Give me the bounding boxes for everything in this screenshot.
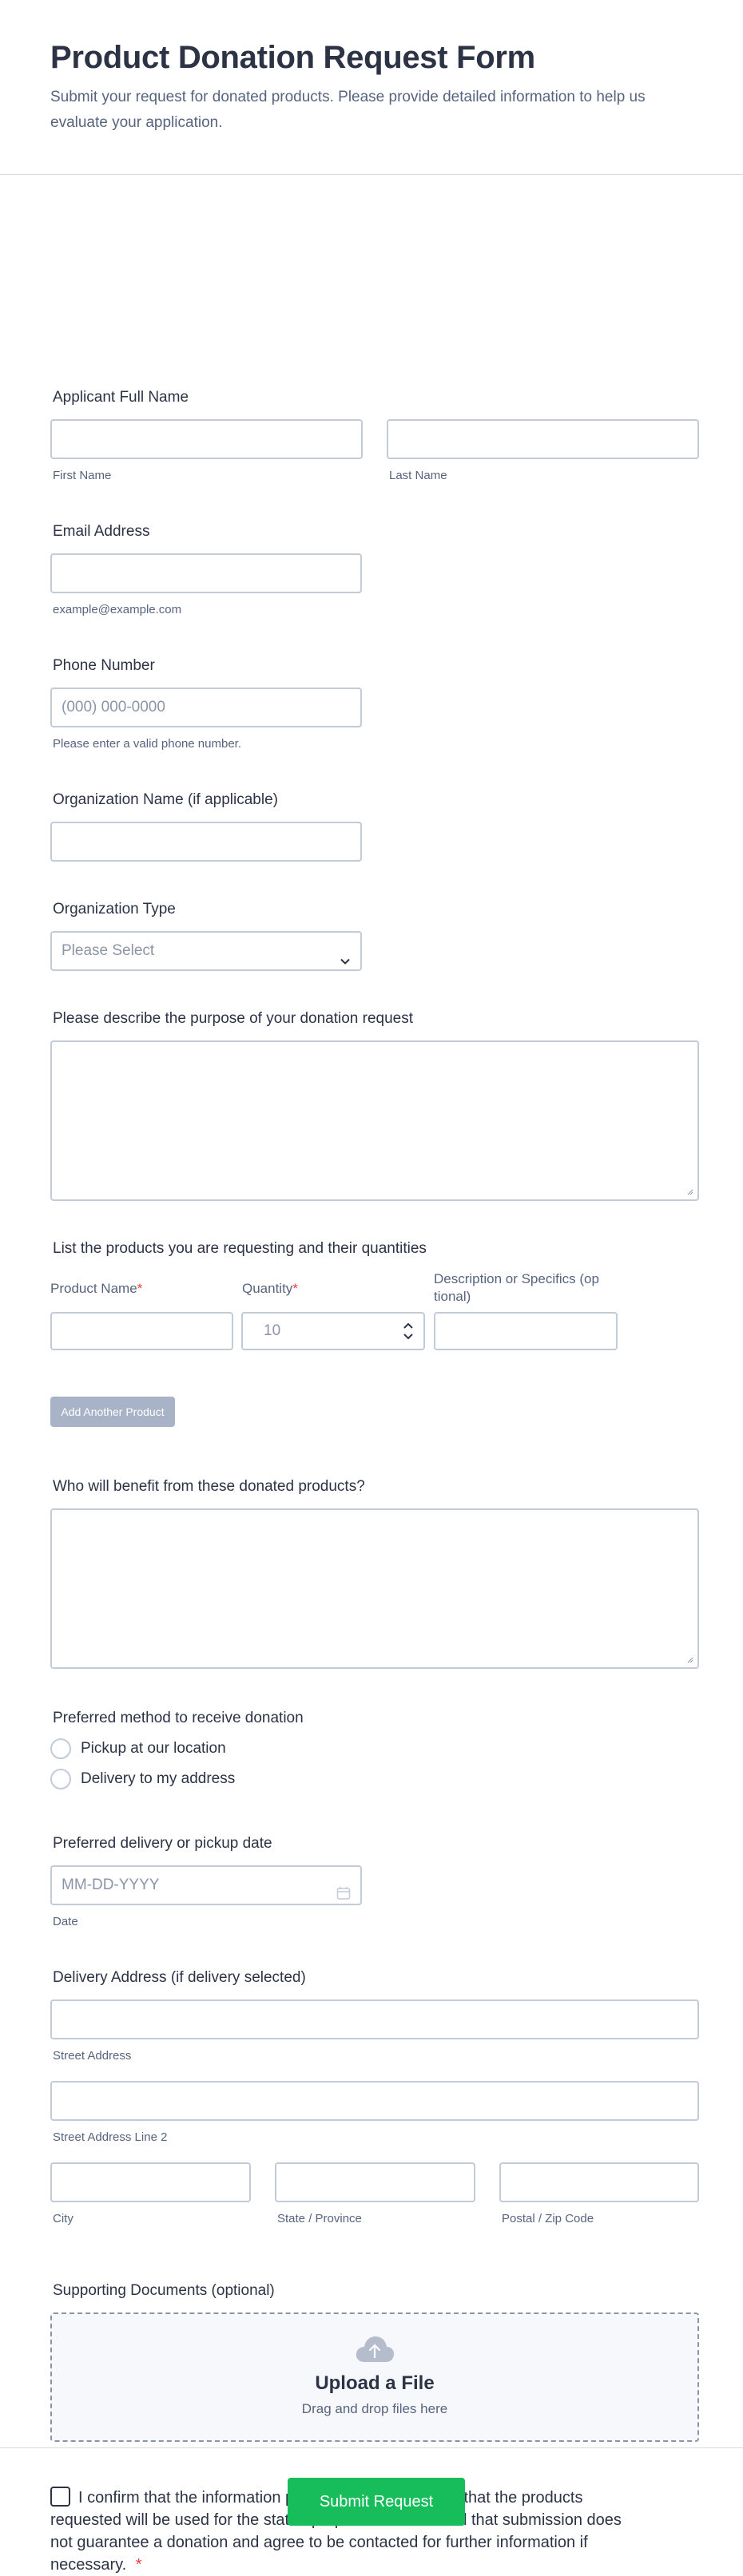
org-type-selected: Please Select — [62, 942, 155, 959]
file-upload-dropzone[interactable]: Upload a File Drag and drop files here — [50, 2312, 699, 2442]
beneficiaries-question: Who will benefit from these donated prod… — [50, 1478, 699, 1669]
purpose-textarea[interactable] — [50, 1040, 699, 1201]
method-label: Preferred method to receive donation — [53, 1710, 304, 1726]
applicant-name-label: Applicant Full Name — [53, 389, 189, 406]
beneficiaries-textarea[interactable] — [50, 1508, 699, 1669]
products-label: List the products you are requesting and… — [53, 1240, 427, 1257]
phone-question: Phone Number (000) 000-0000 Please enter… — [50, 657, 362, 751]
last-name-sublabel: Last Name — [389, 469, 447, 482]
org-type-question: Organization Type Please Select — [50, 901, 362, 971]
email-label: Email Address — [53, 523, 150, 540]
email-question: Email Address example@example.com — [50, 523, 362, 616]
radio-circle[interactable] — [50, 1738, 71, 1759]
first-name-input[interactable] — [50, 419, 363, 459]
method-question: Preferred method to receive donation Pic… — [50, 1710, 450, 1794]
city-sublabel: City — [53, 2212, 74, 2225]
date-placeholder: MM-DD-YYYY — [62, 1877, 160, 1893]
org-type-select[interactable]: Please Select — [50, 931, 362, 971]
product-name-input[interactable] — [50, 1312, 233, 1350]
documents-question: Supporting Documents (optional) Upload a… — [50, 2282, 699, 2442]
documents-label: Supporting Documents (optional) — [53, 2282, 275, 2299]
address-question: Delivery Address (if delivery selected) … — [50, 1969, 699, 2225]
cloud-upload-icon — [52, 2314, 697, 2368]
form-header: Product Donation Request Form Submit you… — [0, 0, 743, 175]
purpose-question: Please describe the purpose of your dona… — [50, 1010, 699, 1201]
date-input[interactable]: MM-DD-YYYY — [50, 1865, 362, 1905]
radio-circle[interactable] — [50, 1769, 71, 1789]
zip-input[interactable] — [499, 2162, 699, 2202]
org-type-label: Organization Type — [53, 901, 176, 917]
email-sublabel: example@example.com — [53, 603, 182, 616]
organization-input[interactable] — [50, 822, 362, 862]
radio-label-delivery: Delivery to my address — [81, 1770, 236, 1787]
email-input[interactable] — [50, 553, 362, 593]
date-sublabel: Date — [53, 1915, 78, 1928]
state-sublabel: State / Province — [277, 2212, 362, 2225]
last-name-input[interactable] — [387, 419, 699, 459]
street-input[interactable] — [50, 1999, 699, 2039]
organization-label: Organization Name (if applicable) — [53, 791, 278, 808]
form-subtitle: Submit your request for donated products… — [50, 89, 646, 131]
upload-subtitle: Drag and drop files here — [301, 2401, 448, 2416]
resize-grip-icon[interactable] — [685, 1655, 693, 1663]
radio-option-pickup[interactable]: Pickup at our location — [50, 1734, 450, 1764]
date-question: Preferred delivery or pickup date MM-DD-… — [50, 1835, 362, 1928]
add-product-button[interactable]: Add Another Product — [50, 1397, 175, 1427]
form-footer: Submit Request — [0, 2447, 743, 2566]
radio-option-delivery[interactable]: Delivery to my address — [50, 1764, 450, 1794]
address-label: Delivery Address (if delivery selected) — [53, 1969, 306, 1986]
street2-sublabel: Street Address Line 2 — [53, 2130, 168, 2144]
chevron-down-icon — [340, 945, 351, 981]
radio-label-pickup: Pickup at our location — [81, 1740, 226, 1757]
description-column-label: Description or Specifics (op tional) — [434, 1271, 599, 1304]
phone-sublabel: Please enter a valid phone number. — [53, 737, 241, 751]
state-input[interactable] — [275, 2162, 475, 2202]
beneficiaries-label: Who will benefit from these donated prod… — [53, 1478, 365, 1495]
street-sublabel: Street Address — [53, 2049, 132, 2063]
calendar-icon[interactable] — [336, 1878, 351, 1915]
products-question: List the products you are requesting and… — [50, 1240, 699, 1427]
city-input[interactable] — [50, 2162, 251, 2202]
submit-button[interactable]: Submit Request — [288, 2478, 465, 2526]
applicant-name-question: Applicant Full Name First Name Last Name — [50, 389, 699, 482]
stepper-arrows-icon[interactable] — [403, 1320, 414, 1356]
zip-sublabel: Postal / Zip Code — [502, 2212, 594, 2225]
purpose-label: Please describe the purpose of your dona… — [53, 1010, 414, 1027]
product-name-column-label: Product Name* — [50, 1281, 143, 1296]
first-name-sublabel: First Name — [53, 469, 112, 482]
phone-input[interactable]: (000) 000-0000 — [50, 688, 362, 727]
description-input[interactable] — [434, 1312, 618, 1350]
organization-question: Organization Name (if applicable) — [50, 791, 362, 862]
quantity-column-label: Quantity* — [242, 1281, 298, 1296]
quantity-stepper[interactable]: 10 — [241, 1312, 425, 1350]
date-label: Preferred delivery or pickup date — [53, 1835, 272, 1852]
upload-title: Upload a File — [315, 2372, 435, 2394]
resize-grip-icon[interactable] — [685, 1187, 693, 1195]
phone-label: Phone Number — [53, 657, 155, 674]
street2-input[interactable] — [50, 2081, 699, 2121]
quantity-placeholder: 10 — [264, 1322, 281, 1339]
form-title: Product Donation Request Form — [50, 40, 535, 75]
